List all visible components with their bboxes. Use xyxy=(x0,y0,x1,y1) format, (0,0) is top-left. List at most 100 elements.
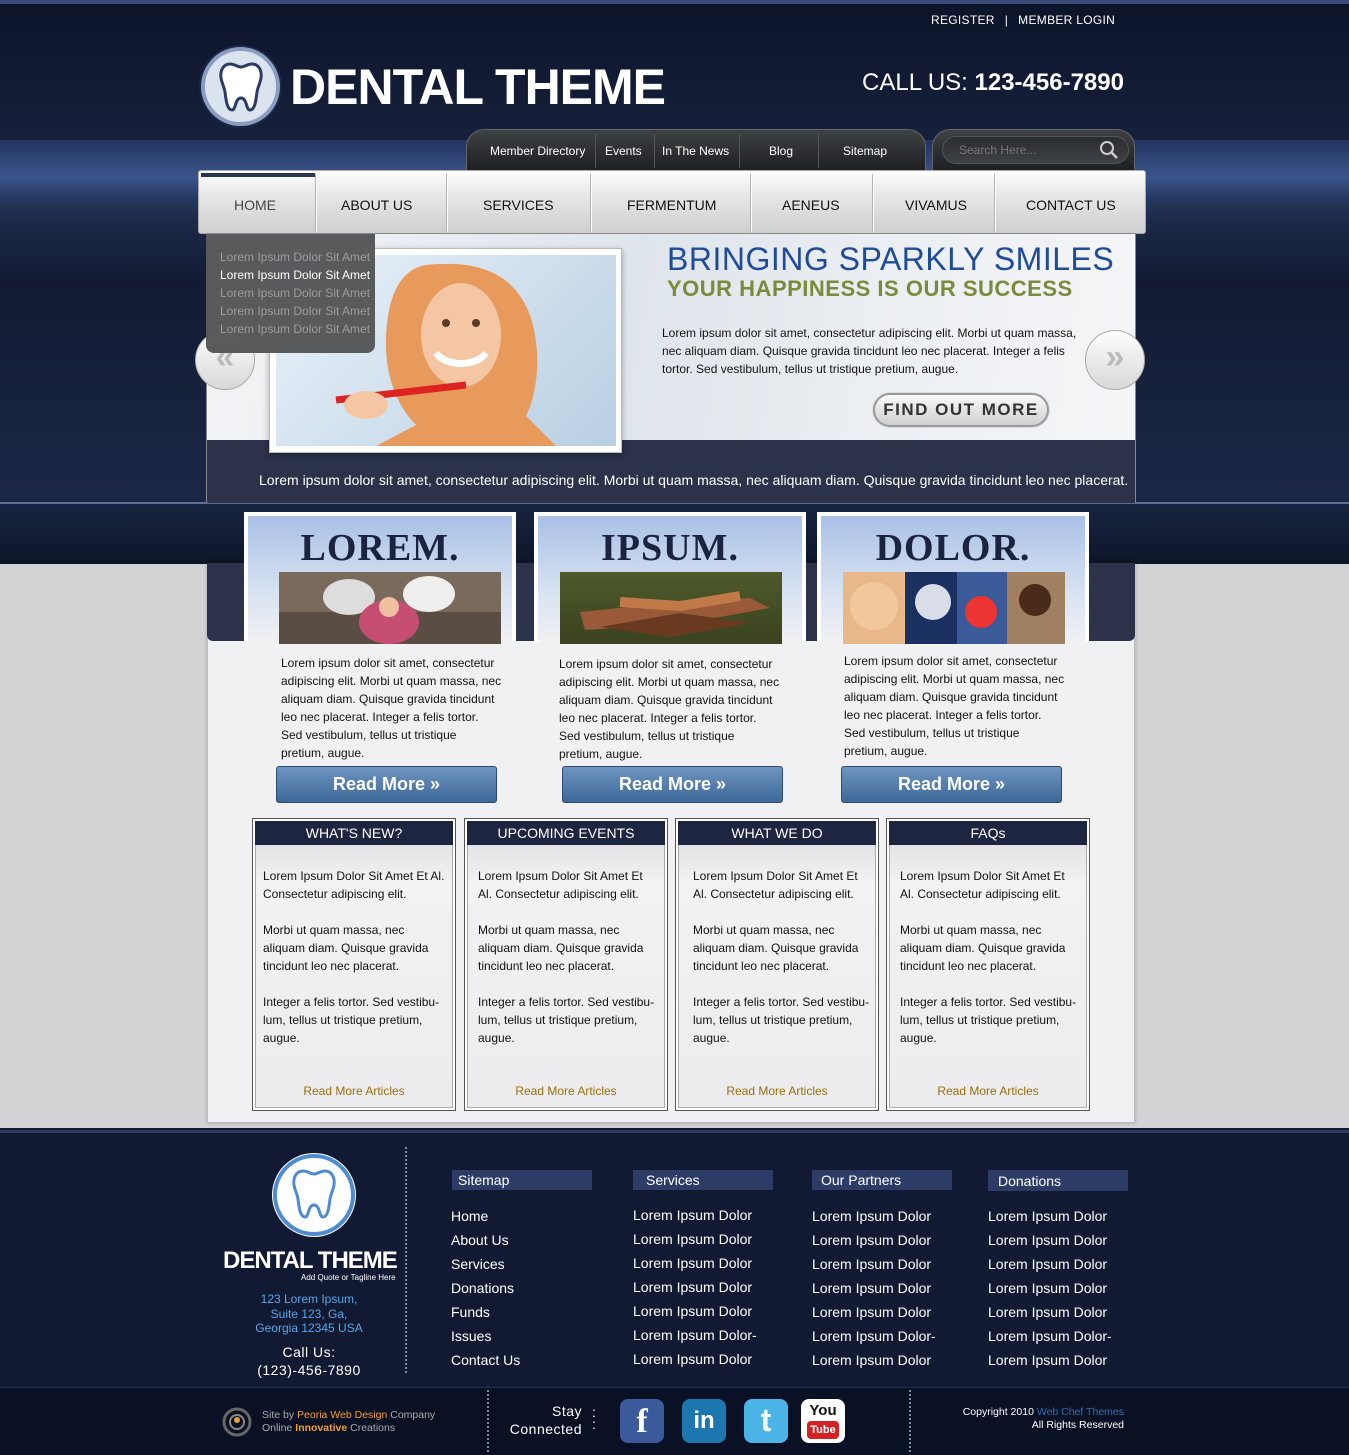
footer-link[interactable]: Lorem Ipsum Dolor xyxy=(633,1275,773,1299)
linkedin-icon[interactable]: in xyxy=(682,1399,726,1443)
footer-link[interactable]: Lorem Ipsum Dolor xyxy=(988,1228,1128,1252)
search-icon[interactable] xyxy=(1099,140,1119,160)
footer-link[interactable]: Lorem Ipsum Dolor xyxy=(988,1252,1128,1276)
box-title: FAQs xyxy=(889,821,1087,845)
dropdown-item[interactable]: Lorem Ipsum Dolor Sit Amet xyxy=(206,250,375,268)
subnav-events[interactable]: Events xyxy=(605,144,642,158)
dropdown-item[interactable]: Lorem Ipsum Dolor Sit Amet xyxy=(206,304,375,322)
member-login-link[interactable]: MEMBER LOGIN xyxy=(1018,13,1115,27)
footer-link[interactable]: Lorem Ipsum Dolor xyxy=(812,1300,952,1324)
read-more-articles-link[interactable]: Read More Articles xyxy=(253,1084,455,1098)
feature-image-children xyxy=(843,572,1065,644)
footer-col-title: Our Partners xyxy=(812,1170,952,1190)
nav-aeneus[interactable]: AENEUS xyxy=(782,197,840,213)
footer-link[interactable]: About Us xyxy=(451,1228,592,1252)
slider-subheading: YOUR HAPPINESS IS OUR SUCCESS xyxy=(667,276,1073,301)
footer-link[interactable]: Lorem Ipsum Dolor xyxy=(633,1203,773,1227)
twitter-icon[interactable]: t xyxy=(744,1399,788,1443)
dropdown-item[interactable]: Lorem Ipsum Dolor Sit Amet xyxy=(206,322,375,340)
subnav-blog[interactable]: Blog xyxy=(769,144,793,158)
footer-link[interactable]: Lorem Ipsum Dolor- xyxy=(988,1324,1128,1348)
footer-link[interactable]: Lorem Ipsum Dolor xyxy=(988,1348,1128,1372)
subnav-in-the-news[interactable]: In The News xyxy=(662,144,729,158)
footer-link[interactable]: Lorem Ipsum Dolor xyxy=(988,1204,1128,1228)
footer-link[interactable]: Lorem Ipsum Dolor xyxy=(812,1252,952,1276)
stay-connected-text: Stay xyxy=(551,1403,582,1419)
footer-link[interactable]: Issues xyxy=(451,1324,592,1348)
feature-title: LOREM. xyxy=(300,527,460,569)
footer-link[interactable]: Lorem Ipsum Dolor xyxy=(633,1299,773,1323)
site-credit: Site by Peoria Web Design Company Online… xyxy=(262,1409,435,1435)
nav-about-us[interactable]: ABOUT US xyxy=(341,197,412,213)
stay-connected-text: Connected xyxy=(509,1421,582,1437)
dropdown-item[interactable]: Lorem Ipsum Dolor Sit Amet xyxy=(206,286,375,304)
feature-text: Lorem ipsum dolor sit amet, consectetur … xyxy=(559,657,780,761)
read-more-button[interactable]: Read More » xyxy=(562,766,783,803)
nav-home[interactable]: HOME xyxy=(234,197,276,213)
peoria-logo-icon[interactable] xyxy=(222,1407,252,1437)
secondary-nav: Member Directory Events In The News Blog… xyxy=(466,129,926,172)
slider-next-button[interactable]: » xyxy=(1085,330,1145,390)
copyright: Copyright 2010 Web Chef Themes All Right… xyxy=(930,1406,1124,1432)
call-label: CALL US: xyxy=(862,69,968,96)
home-dropdown-menu: Lorem Ipsum Dolor Sit Amet Lorem Ipsum D… xyxy=(206,234,375,353)
footer-link[interactable]: Donations xyxy=(451,1276,592,1300)
box-paragraph: Integer a felis tortor. Sed vestibu-lum,… xyxy=(900,995,1077,1045)
footer-tooth-logo-icon[interactable] xyxy=(273,1154,355,1236)
footer-link[interactable]: Lorem Ipsum Dolor- xyxy=(812,1324,952,1348)
footer-link[interactable]: Contact Us xyxy=(451,1348,592,1372)
chevron-right-icon: » xyxy=(1105,338,1125,376)
read-more-button[interactable]: Read More » xyxy=(841,766,1062,803)
footer-link[interactable]: Services xyxy=(451,1252,592,1276)
footer-bottom-bar xyxy=(0,1387,1349,1455)
youtube-icon[interactable]: You Tube xyxy=(801,1399,845,1443)
copyright-brand-link[interactable]: Web Chef Themes xyxy=(1037,1406,1124,1418)
footer-link[interactable]: Lorem Ipsum Dolor xyxy=(633,1347,773,1371)
footer-link[interactable]: Lorem Ipsum Dolor xyxy=(812,1228,952,1252)
footer-link[interactable]: Lorem Ipsum Dolor xyxy=(812,1348,952,1372)
footer-col-title: Donations xyxy=(988,1170,1128,1191)
nav-vivamus[interactable]: VIVAMUS xyxy=(905,197,967,213)
nav-services[interactable]: SERVICES xyxy=(483,197,554,213)
subnav-sitemap[interactable]: Sitemap xyxy=(843,144,887,158)
site-logo-title[interactable]: DENTAL THEME xyxy=(290,58,666,116)
box-paragraph: Lorem Ipsum Dolor Sit Amet Et Al. Consec… xyxy=(900,869,1065,901)
footer-link[interactable]: Lorem Ipsum Dolor xyxy=(988,1300,1128,1324)
top-links: REGISTER | MEMBER LOGIN xyxy=(931,13,1115,27)
subnav-member-directory[interactable]: Member Directory xyxy=(490,144,585,158)
register-link[interactable]: REGISTER xyxy=(931,13,995,27)
footer-link[interactable]: Lorem Ipsum Dolor xyxy=(988,1276,1128,1300)
read-more-articles-link[interactable]: Read More Articles xyxy=(465,1084,667,1098)
slider-caption: Lorem ipsum dolor sit amet, consectetur … xyxy=(259,472,1129,488)
footer-link[interactable]: Lorem Ipsum Dolor- xyxy=(633,1323,773,1347)
footer-link[interactable]: Lorem Ipsum Dolor xyxy=(812,1204,952,1228)
footer-link[interactable]: Lorem Ipsum Dolor xyxy=(812,1276,952,1300)
youtube-text: Tube xyxy=(807,1421,839,1439)
credit-company-link[interactable]: Peoria Web Design xyxy=(297,1409,387,1421)
footer-divider xyxy=(405,1147,407,1373)
nav-contact-us[interactable]: CONTACT US xyxy=(1026,197,1116,213)
top-links-separator: | xyxy=(1004,13,1009,27)
box-paragraph: Lorem Ipsum Dolor Sit Amet Et Al. Consec… xyxy=(478,869,643,901)
footer-link[interactable]: Home xyxy=(451,1204,592,1228)
footer-call: Call Us: (123)-456-7890 xyxy=(224,1343,394,1379)
feature-title: IPSUM. xyxy=(601,527,739,569)
read-more-articles-link[interactable]: Read More Articles xyxy=(887,1084,1089,1098)
tooth-logo-icon[interactable] xyxy=(201,47,280,126)
credit-text: Company xyxy=(390,1409,436,1421)
stay-connected-label: Stay Connected xyxy=(500,1402,582,1438)
footer-divider xyxy=(909,1390,911,1452)
nav-fermentum[interactable]: FERMENTUM xyxy=(627,197,716,213)
footer-call-label: Call Us: xyxy=(282,1344,336,1360)
footer-link[interactable]: Lorem Ipsum Dolor xyxy=(633,1251,773,1275)
facebook-icon[interactable]: f xyxy=(620,1399,664,1443)
footer-link[interactable]: Funds xyxy=(451,1300,592,1324)
read-more-button[interactable]: Read More » xyxy=(276,766,497,803)
box-paragraph: Integer a felis tortor. Sed vestibu-lum,… xyxy=(263,995,440,1045)
find-out-more-button[interactable]: FIND OUT MORE xyxy=(873,393,1049,427)
footer-link[interactable]: Lorem Ipsum Dolor xyxy=(633,1227,773,1251)
feature-text: Lorem ipsum dolor sit amet, consectetur … xyxy=(281,656,502,760)
dropdown-item[interactable]: Lorem Ipsum Dolor Sit Amet xyxy=(206,268,375,286)
box-upcoming-events: UPCOMING EVENTS Lorem Ipsum Dolor Sit Am… xyxy=(464,818,668,1111)
read-more-articles-link[interactable]: Read More Articles xyxy=(676,1084,878,1098)
